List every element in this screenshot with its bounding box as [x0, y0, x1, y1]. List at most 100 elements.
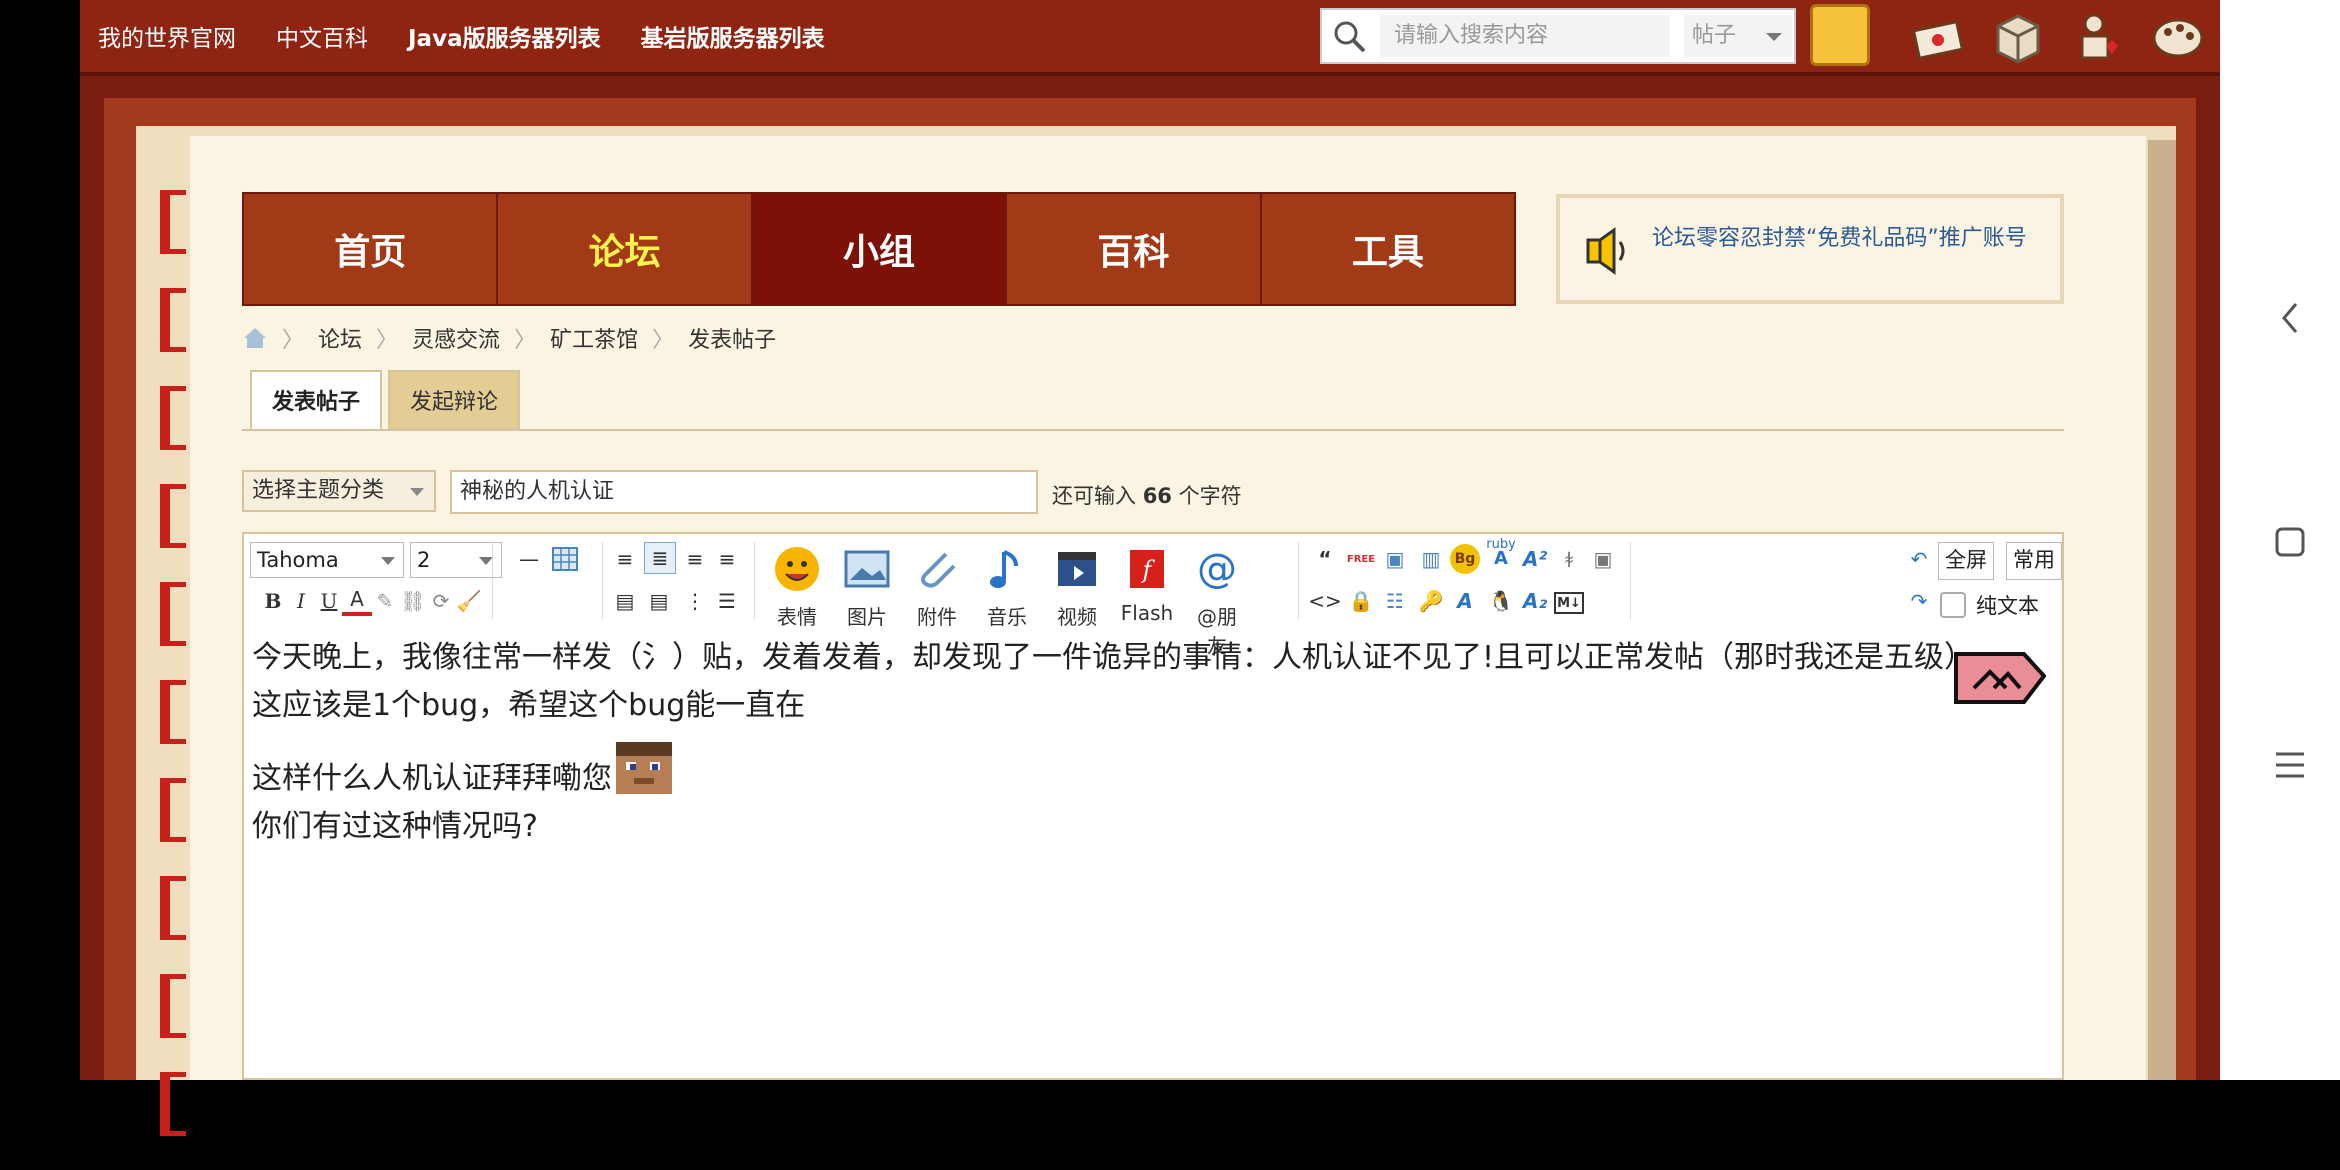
avatar[interactable] — [1810, 4, 1870, 66]
ordered-list-icon[interactable]: ⋮ — [680, 586, 710, 616]
editor-body[interactable]: 今天晚上，我像往常一样发（氵）贴，发着发着，却发现了一件诡异的事情：人机认证不见… — [252, 634, 2052, 851]
free-icon[interactable]: FREE — [1346, 544, 1376, 574]
nav-home[interactable]: 首页 — [244, 194, 499, 304]
float-left-icon[interactable]: ▤ — [610, 586, 640, 616]
clear-format-icon[interactable]: 🧹 — [454, 586, 484, 616]
breadcrumb-current: 发表帖子 — [688, 328, 777, 353]
music-button[interactable]: 音乐 — [978, 544, 1036, 630]
attachment-button[interactable]: 附件 — [908, 544, 966, 630]
link-java-servers[interactable]: Java版服务器列表 — [408, 19, 601, 53]
plaintext-checkbox[interactable] — [1940, 592, 1966, 618]
unlink-icon[interactable]: ⟳ — [426, 586, 456, 616]
fullscreen-button[interactable]: 全屏 — [1938, 542, 1994, 580]
main-nav: 首页 论坛 小组 百科 工具 — [242, 192, 1516, 306]
post-line-3: 这样什么人机认证拜拜嘞您 — [252, 761, 612, 796]
recents-icon[interactable] — [2274, 750, 2306, 780]
align-center-icon[interactable]: ≡ — [680, 544, 710, 574]
category-select[interactable]: 选择主题分类 — [242, 470, 436, 512]
code-icon[interactable]: <> — [1308, 586, 1342, 616]
breadcrumb-teahouse[interactable]: 矿工茶馆 — [550, 322, 638, 354]
chevron-down-icon — [479, 557, 493, 565]
back-icon[interactable] — [2278, 300, 2302, 336]
remaining-chars: 还可输入 66 个字符 — [1052, 484, 1242, 508]
italic-icon[interactable]: I — [286, 586, 316, 616]
image-icon — [844, 550, 890, 588]
password-icon[interactable]: 🔑 — [1416, 586, 1446, 616]
align-right-icon[interactable]: ≡ — [712, 544, 742, 574]
box-icon[interactable] — [1990, 10, 2046, 64]
quote-icon[interactable]: “ — [1310, 544, 1340, 574]
size-select[interactable]: 2 — [410, 542, 502, 578]
link-bedrock-servers[interactable]: 基岩版服务器列表 — [641, 19, 825, 53]
post-line-4: 你们有过这种情况吗? — [252, 809, 538, 844]
markdown-icon[interactable]: M↓ — [1554, 592, 1584, 614]
highlight-icon[interactable]: ✎ — [370, 586, 400, 616]
nav-forum[interactable]: 论坛 — [498, 194, 753, 304]
strike-icon[interactable]: ꬸ — [1554, 544, 1584, 574]
undo-icon[interactable]: ↶ — [1904, 544, 1934, 574]
emoji-button[interactable]: 表情 — [768, 544, 826, 630]
align-left-active-icon[interactable]: ≣ — [644, 542, 676, 574]
chevron-down-icon — [410, 488, 424, 496]
plaintext-toggle[interactable]: 纯文本 — [1940, 590, 2039, 620]
bg-icon[interactable]: Bg — [1450, 544, 1480, 574]
nav-wiki[interactable]: 百科 — [1007, 194, 1262, 304]
table-icon[interactable] — [550, 544, 580, 574]
bold-icon[interactable]: B — [258, 586, 288, 616]
align-left-icon[interactable]: ≡ — [610, 544, 640, 574]
font-color-icon[interactable]: A — [342, 586, 372, 616]
divider-icon[interactable]: ☷ — [1380, 586, 1410, 616]
underline-icon[interactable]: U — [314, 586, 344, 616]
speaker-icon — [1586, 227, 1625, 275]
index-icon[interactable]: ▥ — [1416, 544, 1446, 574]
font-style-icon[interactable]: A — [1450, 586, 1480, 616]
search-scope-label: 帖子 — [1692, 23, 1737, 48]
lock-icon[interactable]: 🔒 — [1346, 586, 1376, 616]
scroll-top-icon[interactable] — [1954, 646, 2046, 712]
superscript-icon[interactable]: A² — [1520, 544, 1550, 574]
image-button[interactable]: 图片 — [838, 544, 896, 630]
post-line-2: 这应该是1个bug，希望这个bug能一直在 — [252, 688, 806, 723]
bullet-list-icon[interactable]: ☰ — [712, 586, 742, 616]
editor-toolbar: Tahoma 2 — B I U A ✎ ⛓ ⟳ 🧹 ≡ ≣ ≡ ≡ ▤ ▤ ⋮… — [244, 534, 2062, 658]
nav-tools[interactable]: 工具 — [1261, 194, 1515, 304]
announcement-text[interactable]: 论坛零容忍封禁“免费礼品码”推广账号 — [1652, 220, 2027, 252]
subscript-icon[interactable]: A₂ — [1520, 586, 1550, 616]
category-label: 选择主题分类 — [252, 478, 385, 503]
plaintext-label: 纯文本 — [1976, 594, 2039, 618]
title-input[interactable]: 神秘的人机认证 — [450, 470, 1038, 514]
message-icon[interactable] — [1910, 10, 1966, 64]
font-select[interactable]: Tahoma — [250, 542, 404, 578]
profile-heart-icon[interactable] — [2070, 10, 2126, 64]
float-right-icon[interactable]: ▤ — [644, 586, 674, 616]
tab-new-debate[interactable]: 发起辩论 — [388, 370, 521, 430]
link-minecraft-official[interactable]: 我的世界官网 — [98, 19, 236, 53]
breadcrumb-forum[interactable]: 论坛 — [318, 322, 362, 354]
home-square-icon[interactable] — [2274, 526, 2306, 558]
redo-icon[interactable]: ↷ — [1904, 586, 1934, 616]
flash-icon: f — [1130, 550, 1164, 588]
hr-icon[interactable]: — — [514, 544, 544, 574]
search-icon[interactable] — [1332, 19, 1368, 55]
search-box: 请输入搜索内容 帖子 — [1320, 8, 1796, 64]
search-scope-select[interactable]: 帖子 — [1684, 15, 1792, 57]
tab-new-post[interactable]: 发表帖子 — [250, 370, 383, 430]
steve-face-emoji — [616, 742, 672, 794]
ruby-icon[interactable]: ruby A — [1486, 538, 1516, 568]
breadcrumb-inspiration[interactable]: 灵感交流 — [412, 322, 500, 354]
decorative-rail — [160, 190, 190, 1170]
announcement: 论坛零容忍封禁“免费礼品码”推广账号 — [1556, 194, 2064, 304]
video-button[interactable]: 视频 — [1048, 544, 1106, 630]
link-icon[interactable]: ⛓ — [398, 586, 428, 616]
common-button[interactable]: 常用 — [2006, 542, 2062, 580]
home-icon[interactable] — [242, 326, 268, 350]
palette-icon[interactable] — [2150, 10, 2206, 64]
page-icon[interactable]: ▣ — [1380, 544, 1410, 574]
search-input[interactable]: 请输入搜索内容 — [1380, 15, 1670, 57]
nav-groups[interactable]: 小组 — [752, 194, 1008, 304]
smiley-icon — [775, 547, 819, 591]
flash-button[interactable]: f Flash — [1118, 544, 1176, 625]
qq-icon[interactable]: 🐧 — [1486, 586, 1516, 616]
link-chinese-wiki[interactable]: 中文百科 — [276, 19, 368, 53]
box-tool-icon[interactable]: ▣ — [1588, 544, 1618, 574]
